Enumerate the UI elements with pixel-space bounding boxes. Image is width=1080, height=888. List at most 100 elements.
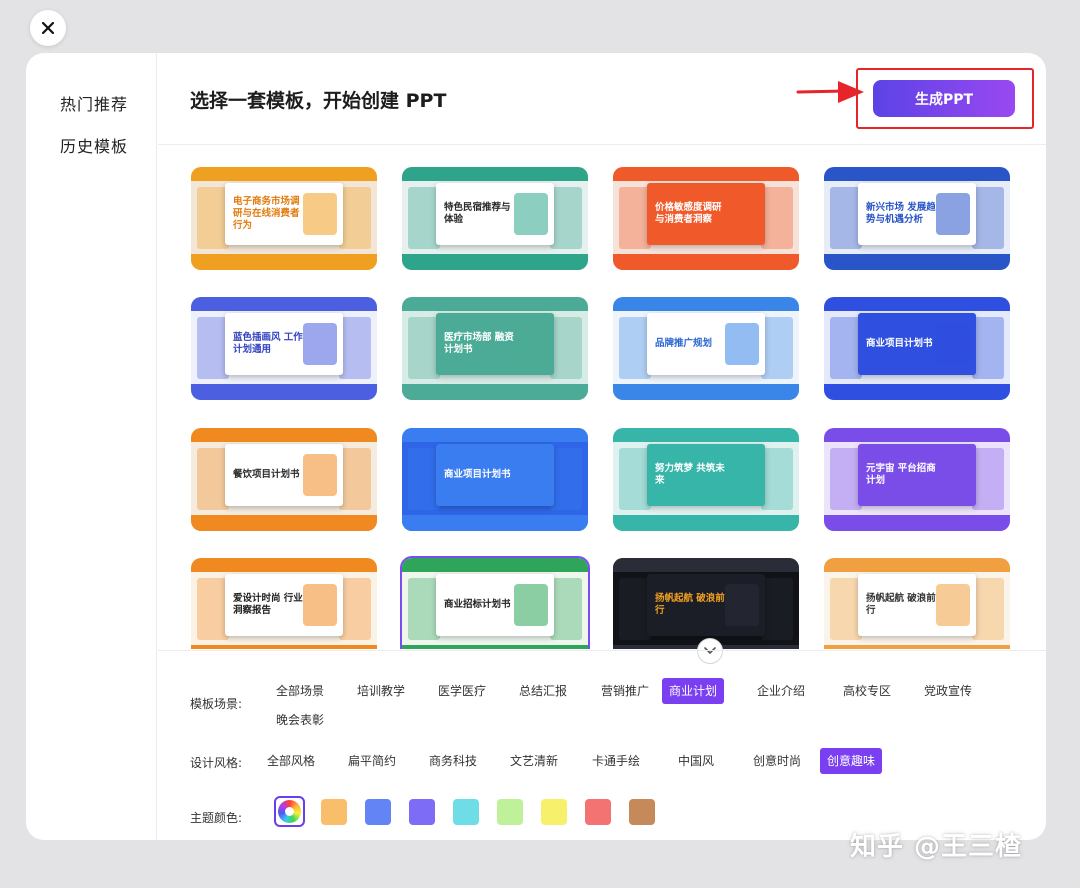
template-grid: 电子商务市场调研与在线消费者行为 特色民宿推荐与体验 价格敏感度调研与消费者洞察 新兴… (158, 145, 1046, 649)
template-card[interactable]: 努力筑梦 共筑未来 (613, 428, 799, 531)
generate-ppt-button[interactable]: 生成PPT (873, 80, 1015, 117)
thumb-side-slide (339, 187, 371, 249)
style-chip[interactable]: 全部风格 (260, 748, 322, 774)
scene-label: 模板场景: (190, 697, 243, 711)
template-card[interactable]: 蓝色插画风 工作计划通用 (191, 297, 377, 400)
thumb-bar (191, 428, 377, 442)
style-chip[interactable]: 创意时尚 (746, 748, 808, 774)
template-card[interactable]: 医疗市场部 融资计划书 (402, 297, 588, 400)
scene-chip[interactable]: 营销推广 (594, 678, 656, 704)
thumb-side-slide (550, 187, 582, 249)
template-title: 电子商务市场调研与在线消费者行为 (233, 196, 300, 231)
thumb-side-slide (339, 448, 371, 510)
scene-chip[interactable]: 商业计划 (662, 678, 725, 704)
thumb-illustration (936, 323, 970, 365)
template-card[interactable]: 扬帆起航 破浪前行 (613, 558, 799, 649)
color-swatch[interactable] (541, 799, 567, 825)
thumb-main-slide: 商业项目计划书 (858, 313, 976, 375)
scene-chip[interactable]: 医学医疗 (431, 678, 493, 704)
style-chip[interactable]: 创意趣味 (820, 748, 883, 774)
template-card[interactable]: 电子商务市场调研与在线消费者行为 (191, 167, 377, 270)
thumb-bar (191, 167, 377, 181)
thumb-bar (824, 558, 1010, 572)
thumb-bar (824, 515, 1010, 531)
thumb-bar (402, 384, 588, 400)
thumb-bar (824, 297, 1010, 311)
thumb-bar (191, 645, 377, 649)
color-swatch[interactable] (365, 799, 391, 825)
template-card[interactable]: 新兴市场 发展趋势与机遇分析 (824, 167, 1010, 270)
thumb-main-slide: 商业招标计划书 (436, 574, 554, 636)
color-swatch[interactable] (321, 799, 347, 825)
template-title: 餐饮项目计划书 (233, 469, 300, 481)
color-swatch[interactable] (409, 799, 435, 825)
thumb-illustration (303, 584, 337, 626)
thumb-main-slide: 扬帆起航 破浪前行 (647, 574, 765, 636)
thumb-main-slide: 电子商务市场调研与在线消费者行为 (225, 183, 343, 245)
thumb-bar (402, 515, 588, 531)
style-chip[interactable]: 文艺清新 (503, 748, 565, 774)
template-title: 商业项目计划书 (444, 469, 511, 481)
thumb-bar (824, 428, 1010, 442)
template-card[interactable]: 爱设计时尚 行业洞察报告 (191, 558, 377, 649)
thumb-illustration (725, 454, 759, 496)
style-chip[interactable]: 卡通手绘 (585, 748, 647, 774)
sidebar-item-hot[interactable]: 热门推荐 (60, 91, 128, 115)
style-chip[interactable]: 商务科技 (422, 748, 484, 774)
color-swatch[interactable] (497, 799, 523, 825)
thumb-main-slide: 特色民宿推荐与体验 (436, 183, 554, 245)
color-swatch[interactable] (453, 799, 479, 825)
template-card[interactable]: 价格敏感度调研与消费者洞察 (613, 167, 799, 270)
thumb-illustration (303, 193, 337, 235)
template-title: 扬帆起航 破浪前行 (866, 593, 936, 616)
scene-chip[interactable]: 晚会表彰 (269, 707, 331, 733)
thumb-main-slide: 努力筑梦 共筑未来 (647, 444, 765, 506)
main-panel: 选择一套模板，开始创建 PPT 生成PPT 电子商务市场调研与在线消费者行为 特色… (158, 53, 1046, 840)
template-title: 元宇宙 平台招商计划 (866, 463, 936, 486)
thumb-illustration (725, 584, 759, 626)
template-title: 特色民宿推荐与体验 (444, 202, 511, 225)
template-card[interactable]: 扬帆起航 破浪前行 (824, 558, 1010, 649)
template-card[interactable]: 餐饮项目计划书 (191, 428, 377, 531)
template-card[interactable]: 品牌推广规划 (613, 297, 799, 400)
color-swatch[interactable] (629, 799, 655, 825)
color-swatch[interactable] (585, 799, 611, 825)
scene-chip[interactable]: 党政宣传 (917, 678, 979, 704)
color-swatch-all[interactable] (274, 796, 305, 827)
thumb-bar (613, 515, 799, 531)
template-card[interactable]: 元宇宙 平台招商计划 (824, 428, 1010, 531)
thumb-side-slide (339, 317, 371, 379)
thumb-bar (191, 254, 377, 270)
template-title: 蓝色插画风 工作计划通用 (233, 332, 303, 355)
template-card[interactable]: 商业项目计划书 (402, 428, 588, 531)
scene-chip[interactable]: 全部场景 (269, 678, 331, 704)
style-chip[interactable]: 扁平简约 (341, 748, 403, 774)
scene-chip[interactable]: 培训教学 (350, 678, 412, 704)
style-chip[interactable]: 中国风 (671, 748, 721, 774)
thumb-illustration (725, 323, 759, 365)
scene-chip[interactable]: 高校专区 (836, 678, 898, 704)
sidebar-item-history[interactable]: 历史模板 (60, 133, 128, 157)
thumb-bar (613, 254, 799, 270)
thumb-main-slide: 商业项目计划书 (436, 444, 554, 506)
thumb-bar (613, 384, 799, 400)
thumb-bar (402, 167, 588, 181)
header: 选择一套模板，开始创建 PPT 生成PPT (158, 53, 1046, 145)
thumb-main-slide: 蓝色插画风 工作计划通用 (225, 313, 343, 375)
thumb-side-slide (761, 317, 793, 379)
thumb-side-slide (972, 578, 1004, 640)
template-card[interactable]: 特色民宿推荐与体验 (402, 167, 588, 270)
close-icon (41, 21, 55, 35)
thumb-bar (191, 558, 377, 572)
thumb-illustration (303, 454, 337, 496)
template-card[interactable]: 商业项目计划书 (824, 297, 1010, 400)
scene-chip[interactable]: 总结汇报 (512, 678, 574, 704)
thumb-side-slide (761, 448, 793, 510)
template-card[interactable]: 商业招标计划书 (400, 556, 590, 649)
thumb-illustration (303, 323, 337, 365)
template-title: 品牌推广规划 (655, 338, 713, 350)
color-label: 主题颜色: (190, 811, 243, 825)
close-button[interactable] (30, 10, 66, 46)
thumb-side-slide (972, 187, 1004, 249)
scene-chip[interactable]: 企业介绍 (750, 678, 812, 704)
